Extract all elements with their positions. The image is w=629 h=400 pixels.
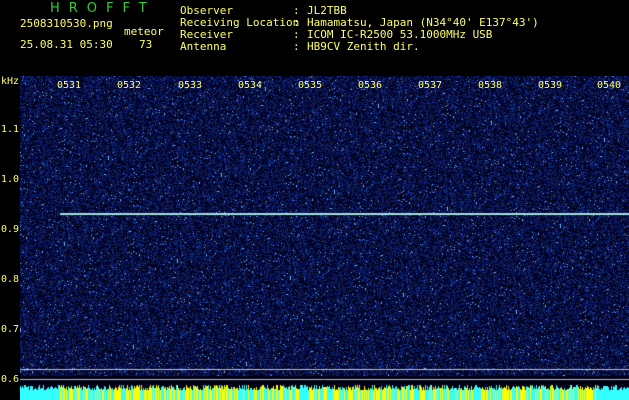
meteor-label: meteor [124, 25, 164, 38]
y-tick-label: 0.7 [1, 324, 20, 335]
x-tick-label: 0536 [357, 80, 383, 91]
spectrogram-canvas [20, 76, 629, 400]
x-tick-label: 0531 [56, 80, 82, 91]
antenna-label: Antenna [180, 40, 227, 53]
header-panel: HROFFT 2508310530.png 25.08.31 05:30 met… [0, 0, 629, 76]
y-tick-label: 0.8 [1, 274, 20, 285]
y-tick-label: 1.1 [1, 124, 20, 135]
x-tick-label: 0538 [477, 80, 503, 91]
filename: 2508310530.png [20, 17, 113, 30]
y-tick-label: 0.6 [1, 374, 20, 385]
x-tick-label: 0534 [237, 80, 263, 91]
app-title: HROFFT [50, 1, 156, 16]
y-tick-label: 1.0 [1, 174, 20, 185]
x-tick-label: 0540 [596, 80, 622, 91]
x-tick-label: 0535 [297, 80, 323, 91]
datetime: 25.08.31 05:30 [20, 38, 113, 51]
meteor-count: 73 [139, 38, 153, 51]
antenna-sep: : [293, 40, 300, 53]
x-tick-label: 0533 [177, 80, 203, 91]
y-tick-label: 0.9 [1, 224, 20, 235]
x-tick-label: 0532 [116, 80, 142, 91]
spectrogram [0, 76, 629, 400]
y-axis-unit: kHz [1, 76, 20, 87]
x-tick-label: 0539 [537, 80, 563, 91]
x-tick-label: 0537 [417, 80, 443, 91]
antenna-value: HB9CV Zenith dir. [307, 40, 420, 53]
